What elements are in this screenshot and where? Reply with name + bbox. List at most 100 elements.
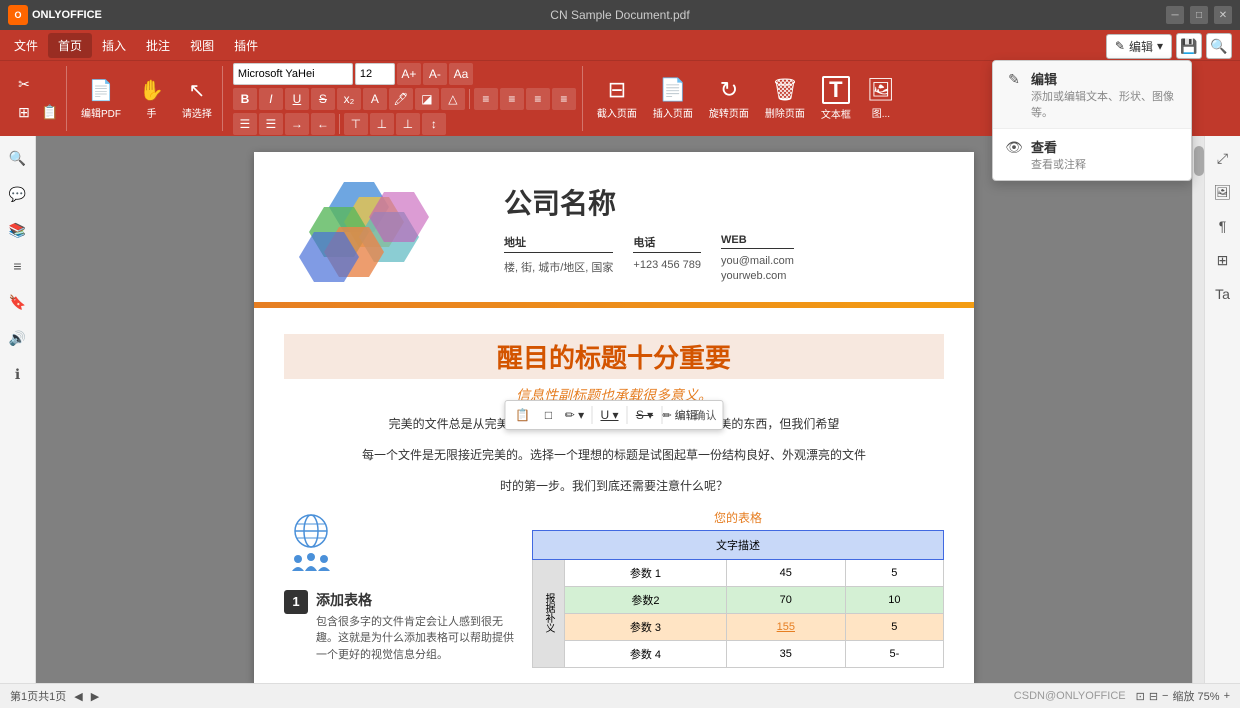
row1-col2: 45 <box>726 559 845 586</box>
zoom-controls: ⊡ ⊟ − 缩放 75% + <box>1136 688 1230 704</box>
sidebar-bookmark[interactable]: 🔖 <box>4 288 32 316</box>
app-logo: O ONLYOFFICE <box>8 5 102 25</box>
dropdown-arrow: ▾ <box>1157 39 1163 53</box>
fill-color-btn[interactable]: ◪ <box>415 88 439 110</box>
edit-label: 编辑 <box>1129 38 1153 55</box>
row2-col2: 70 <box>726 586 845 613</box>
search-button[interactable]: 🔍 <box>1206 33 1232 59</box>
fit-page-button[interactable]: ⊟ 截入页面 <box>591 70 643 128</box>
list-number[interactable]: ☰ <box>259 113 283 135</box>
sidebar-search[interactable]: 🔍 <box>4 144 32 172</box>
rotate-page-button[interactable]: ↻ 旋转页面 <box>703 70 755 128</box>
delete-page-label: 删除页面 <box>765 105 805 120</box>
delete-page-button[interactable]: 🗑 删除页面 <box>759 70 811 128</box>
sidebar-image[interactable]: 🖼 <box>1209 178 1237 206</box>
inline-underline[interactable]: U ▾ <box>599 404 621 426</box>
align-right[interactable]: ≡ <box>526 88 550 110</box>
font-family-input[interactable] <box>233 63 353 85</box>
edit-mode-button[interactable]: ✎ 编辑 ▾ <box>1106 34 1172 59</box>
sidebar-comments[interactable]: 💬 <box>4 180 32 208</box>
para-row: ☰ ☰ → ← ⊤ ⊥ ⊥ ↕ <box>233 113 576 135</box>
edit-pdf-icon: 📄 <box>89 78 114 103</box>
paste-button[interactable]: 📋 <box>38 101 62 125</box>
inline-sep2 <box>627 406 628 424</box>
sidebar-audio[interactable]: 🔊 <box>4 324 32 352</box>
fit-width-icon[interactable]: ⊟ <box>1149 690 1158 703</box>
strikethrough-button[interactable]: S <box>311 88 335 110</box>
align-center[interactable]: ≡ <box>500 88 524 110</box>
cut-button[interactable]: ✂ <box>12 73 36 97</box>
sidebar-menu[interactable]: ≡ <box>4 252 32 280</box>
sidebar-table[interactable]: ⊞ <box>1209 246 1237 274</box>
fit-page-icon[interactable]: ⊡ <box>1136 690 1145 703</box>
insert-page-button[interactable]: 📄 插入页面 <box>647 70 699 128</box>
minimize-button[interactable]: ─ <box>1166 6 1184 24</box>
section-text: 包含很多字的文件肯定会让人感到很无趣。这就是为什么添加表格可以帮助提供一个更好的… <box>316 614 516 664</box>
inline-draw[interactable]: ✏ ▾ <box>564 404 586 426</box>
text-box-button[interactable]: T 文本框 <box>815 70 857 128</box>
inline-strike[interactable]: S ▾ <box>634 404 656 426</box>
border-btn[interactable]: △ <box>441 88 465 110</box>
inline-shape[interactable]: □ <box>538 404 560 426</box>
next-page[interactable]: ▶ <box>91 690 99 703</box>
highlight-btn[interactable]: 🖊 <box>389 88 413 110</box>
italic-button[interactable]: I <box>259 88 283 110</box>
save-button[interactable]: 💾 <box>1176 33 1202 59</box>
inline-copy[interactable]: 📋 <box>512 404 534 426</box>
sidebar-para[interactable]: ¶ <box>1209 212 1237 240</box>
close-button[interactable]: ✕ <box>1214 6 1232 24</box>
row3-col2[interactable]: 155 <box>726 613 845 640</box>
prev-page[interactable]: ◀ <box>74 690 82 703</box>
align-v-bottom[interactable]: ⊥ <box>396 113 420 135</box>
inline-confirm[interactable]: 确认 <box>695 404 717 426</box>
edit-pdf-label: 编辑PDF <box>81 105 121 120</box>
dropdown-edit-item[interactable]: ✎ 编辑 添加或编辑文本、形状、图像等。 <box>993 61 1191 128</box>
sidebar-info[interactable]: ℹ <box>4 360 32 388</box>
inline-edit[interactable]: ✏ 编辑 <box>669 404 691 426</box>
menu-comment[interactable]: 批注 <box>136 33 180 58</box>
font-size-input[interactable] <box>355 63 395 85</box>
dropdown-view-item[interactable]: 👁 查看 查看或注释 <box>993 129 1191 180</box>
edit-icon: ✎ <box>1115 39 1125 53</box>
address-value: 楼, 街, 城市/地区, 国家 <box>504 259 613 275</box>
para-spacing[interactable]: ↕ <box>422 113 446 135</box>
font-case-btn[interactable]: Aa <box>449 63 473 85</box>
hand-tool-button[interactable]: ✋ 手 <box>133 70 170 128</box>
align-left[interactable]: ≡ <box>474 88 498 110</box>
main-area: 🔍 💬 📚 ≡ 🔖 🔊 ℹ <box>0 136 1240 683</box>
menu-view[interactable]: 视图 <box>180 33 224 58</box>
font-size-up[interactable]: A+ <box>397 63 421 85</box>
table-row: 参数 4 35 5- <box>533 640 944 667</box>
select-tool-button[interactable]: ↖ 请选择 <box>176 70 218 128</box>
sidebar-fit[interactable]: ⤢ <box>1209 144 1237 172</box>
align-v-top[interactable]: ⊤ <box>344 113 368 135</box>
phone-value: +123 456 789 <box>633 259 701 271</box>
doc-body: 📋 □ ✏ ▾ U ▾ S ▾ ✏ 编辑 确认 醒目的标题十分重要 信息性副标题… <box>254 308 974 683</box>
sidebar-text[interactable]: Ta <box>1209 280 1237 308</box>
copy-button[interactable]: ⊞ <box>12 101 36 125</box>
menu-home[interactable]: 首页 <box>48 33 92 58</box>
align-justify[interactable]: ≡ <box>552 88 576 110</box>
scroll-thumb[interactable] <box>1194 146 1204 176</box>
underline-button[interactable]: U <box>285 88 309 110</box>
menu-plugin[interactable]: 插件 <box>224 33 268 58</box>
bold-button[interactable]: B <box>233 88 257 110</box>
list-bullet[interactable]: ☰ <box>233 113 257 135</box>
font-size-down[interactable]: A- <box>423 63 447 85</box>
subscript-button[interactable]: x₂ <box>337 88 361 110</box>
menu-file[interactable]: 文件 <box>4 33 48 58</box>
indent-increase[interactable]: → <box>285 113 309 135</box>
edit-pdf-button[interactable]: 📄 编辑PDF <box>75 70 127 128</box>
vertical-scrollbar[interactable] <box>1192 136 1204 683</box>
font-color-btn[interactable]: A <box>363 88 387 110</box>
menu-bar: 文件 首页 插入 批注 视图 插件 ✎ 编辑 ▾ 💾 🔍 <box>0 30 1240 60</box>
image-button[interactable]: 🖼 图... <box>861 70 901 128</box>
info-table: 地址 楼, 街, 城市/地区, 国家 电话 +123 456 789 WEB y… <box>504 234 944 282</box>
indent-decrease[interactable]: ← <box>311 113 335 135</box>
align-v-mid[interactable]: ⊥ <box>370 113 394 135</box>
menu-insert[interactable]: 插入 <box>92 33 136 58</box>
sidebar-pages[interactable]: 📚 <box>4 216 32 244</box>
zoom-out[interactable]: − <box>1162 690 1168 702</box>
zoom-in[interactable]: + <box>1224 690 1230 702</box>
maximize-button[interactable]: □ <box>1190 6 1208 24</box>
